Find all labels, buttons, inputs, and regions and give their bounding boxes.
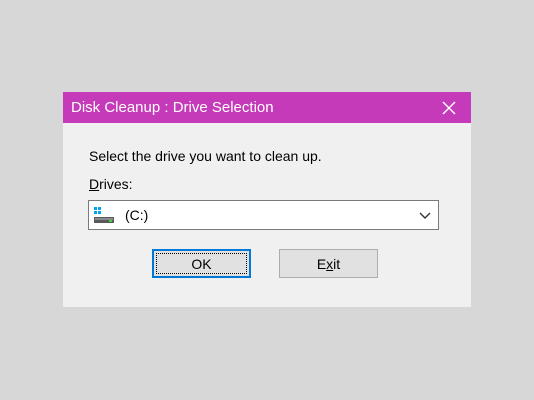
ok-button-label: OK [191,255,212,272]
drives-label-rest: rives: [99,176,133,192]
hard-drive-icon [94,207,114,223]
exit-button[interactable]: Exit [279,249,378,278]
instruction-text: Select the drive you want to clean up. [89,148,322,164]
drive-dropdown[interactable]: (C:) [88,200,439,230]
drives-label-accelerator: D [89,176,100,192]
window-title: Disk Cleanup : Drive Selection [71,99,274,116]
exit-label-end: it [333,255,341,272]
title-bar[interactable]: Disk Cleanup : Drive Selection [63,92,471,123]
close-button[interactable] [427,92,471,123]
drives-label: Drives: [89,176,133,192]
close-icon [442,101,456,114]
ok-button[interactable]: OK [152,249,251,278]
exit-label-start: E [316,255,327,272]
exit-button-label: Exit [317,256,340,272]
chevron-down-icon [419,212,431,219]
drive-selected-value: (C:) [125,207,149,223]
drive-selection-dialog: Disk Cleanup : Drive Selection Select th… [63,92,471,307]
